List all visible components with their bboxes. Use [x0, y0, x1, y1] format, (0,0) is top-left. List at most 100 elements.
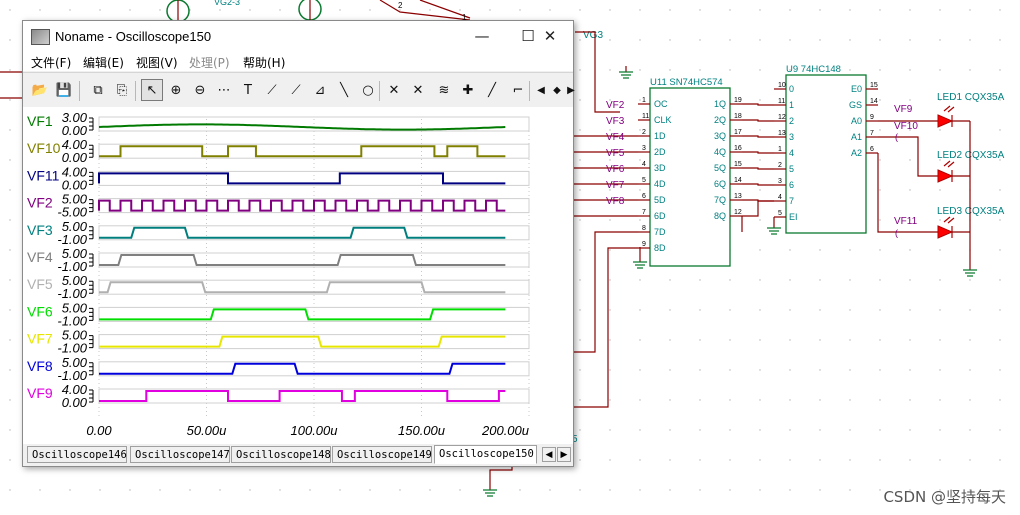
grid-dot — [699, 9, 701, 11]
waveform-vf3[interactable] — [99, 226, 506, 239]
menu-process[interactable]: 处理(P) — [189, 54, 230, 71]
minimize-button[interactable]: — — [459, 21, 505, 51]
copy-icon[interactable]: ⧉ — [87, 79, 109, 101]
oscilloscope-plot-area[interactable]: VF1 3.00 0.00 VF10 4.00 0.00 VF11 4.00 0.00 VF2 5.… — [23, 107, 573, 444]
measure-icon[interactable]: ⊿ — [309, 79, 331, 101]
menu-bar: 文件(F) 编辑(E) 视图(V) 处理(P) 帮助(H) — [23, 51, 573, 71]
grid-dot — [699, 489, 701, 491]
scroll-tabs-left-icon[interactable]: ◀ — [542, 447, 556, 462]
waveform-vf9[interactable] — [99, 390, 506, 402]
channel-bottom-label: 0.00 — [62, 177, 88, 192]
waveform-vf7[interactable] — [99, 335, 506, 348]
schematic-label: 8D — [654, 243, 666, 253]
menu-file[interactable]: 文件(F) — [31, 54, 71, 71]
grid-dot — [669, 369, 671, 371]
grid-dot — [579, 39, 581, 41]
toolbar-separator — [529, 81, 530, 101]
wire — [742, 135, 774, 138]
waveform-vf4[interactable] — [99, 254, 506, 266]
grid-dot — [849, 309, 851, 311]
grid-dot — [909, 309, 911, 311]
wire — [619, 71, 633, 79]
marker-b-icon[interactable]: ✕ — [407, 79, 429, 101]
paste-icon[interactable]: ⎘ — [111, 79, 133, 101]
add-marker-icon[interactable]: ✚ — [457, 79, 479, 101]
schematic-label: VF4 — [606, 132, 625, 143]
grid-dot — [9, 279, 11, 281]
led-diode-icon — [937, 169, 954, 183]
waveform-vf10[interactable] — [99, 145, 506, 158]
tab-oscilloscope147[interactable]: Oscilloscope147 — [130, 446, 230, 463]
oscilloscope-window[interactable]: Noname - Oscilloscope150 — ☐ ✕ 文件(F) 编辑(… — [22, 20, 577, 467]
grid-dot — [669, 39, 671, 41]
waveform-vf2[interactable] — [98, 199, 506, 212]
waveform-vf6[interactable] — [99, 308, 506, 321]
grid-dot — [999, 369, 1001, 371]
grid-dot — [69, 489, 71, 491]
line-icon[interactable]: ╲ — [333, 79, 355, 101]
scroll-right-icon[interactable]: ▶ — [565, 79, 577, 101]
grid-dot — [819, 429, 821, 431]
grid-dot — [789, 399, 791, 401]
circle-icon[interactable]: ○ — [357, 79, 379, 101]
grid-dot — [579, 369, 581, 371]
menu-edit[interactable]: 编辑(E) — [83, 54, 124, 71]
zoom-in-icon[interactable]: ⊕ — [165, 79, 187, 101]
schematic-label: 11 — [642, 113, 649, 120]
waveform-vf11[interactable] — [98, 172, 506, 185]
probe-icon[interactable]: ╱ — [481, 79, 503, 101]
save-icon[interactable]: 💾 — [53, 79, 75, 101]
waveform-vf8[interactable] — [99, 362, 506, 375]
schematic-label: 3 — [778, 178, 782, 185]
grid-dot — [579, 129, 581, 131]
grid-dot — [9, 249, 11, 251]
grid-dot — [399, 489, 401, 491]
text-icon[interactable]: T — [237, 79, 259, 101]
wire — [742, 183, 774, 186]
grid-dot — [9, 339, 11, 341]
title-bar[interactable]: Noname - Oscilloscope150 — ☐ ✕ — [23, 21, 573, 51]
grid-dot — [549, 9, 551, 11]
menu-help[interactable]: 帮助(H) — [243, 54, 285, 71]
close-button[interactable]: ✕ — [527, 21, 573, 51]
scroll-tabs-right-icon[interactable]: ▶ — [557, 447, 571, 462]
cursor-tool-2-icon[interactable]: ⟋ — [285, 79, 307, 101]
cursor-tool-icon[interactable]: ⟋ — [261, 79, 283, 101]
marker-a-icon[interactable]: ✕ — [383, 79, 405, 101]
channel-scale-bracket — [89, 389, 94, 403]
pointer-icon[interactable]: ↖ — [141, 79, 163, 101]
x-tick-label: 200.00u — [481, 423, 529, 438]
grid-icon[interactable]: ⋯ — [213, 79, 235, 101]
grid-dot — [789, 249, 791, 251]
menu-view[interactable]: 视图(V) — [136, 54, 178, 71]
grid-dot — [879, 309, 881, 311]
tab-oscilloscope149[interactable]: Oscilloscope149 — [332, 446, 432, 463]
grid-dot — [99, 489, 101, 491]
tab-oscilloscope146[interactable]: Oscilloscope146 — [27, 446, 127, 463]
schematic-label: ( — [895, 228, 898, 238]
waveform-vf1[interactable] — [98, 123, 506, 131]
grid-dot — [699, 369, 701, 371]
grid-dot — [609, 369, 611, 371]
scroll-vertical-icon[interactable]: ◆ — [551, 79, 563, 101]
waveform-vf5[interactable] — [99, 281, 506, 294]
grid-dot — [939, 369, 941, 371]
zoom-out-icon[interactable]: ⊖ — [189, 79, 211, 101]
scroll-left-icon[interactable]: ◀ — [535, 79, 547, 101]
schematic-label: 5Q — [714, 163, 726, 173]
edge-icon[interactable]: ⌐ — [507, 79, 529, 101]
grid-dot — [789, 309, 791, 311]
waveform-chart[interactable]: VF1 3.000.00VF10 4.000.00VF11 4.000.00VF2 5.… — [23, 107, 573, 444]
schematic-label: 7 — [642, 209, 646, 216]
grid-dot — [609, 459, 611, 461]
add-cursor-icon[interactable]: ≋ — [433, 79, 455, 101]
channel-bottom-label: -1.00 — [57, 286, 87, 301]
tab-oscilloscope148[interactable]: Oscilloscope148 — [231, 446, 331, 463]
grid-dot — [729, 399, 731, 401]
open-icon[interactable]: 📂 — [29, 79, 51, 101]
grid-dot — [819, 489, 821, 491]
grid-dot — [669, 309, 671, 311]
grid-dot — [579, 219, 581, 221]
grid-dot — [9, 399, 11, 401]
tab-oscilloscope150[interactable]: Oscilloscope150 — [434, 445, 537, 464]
